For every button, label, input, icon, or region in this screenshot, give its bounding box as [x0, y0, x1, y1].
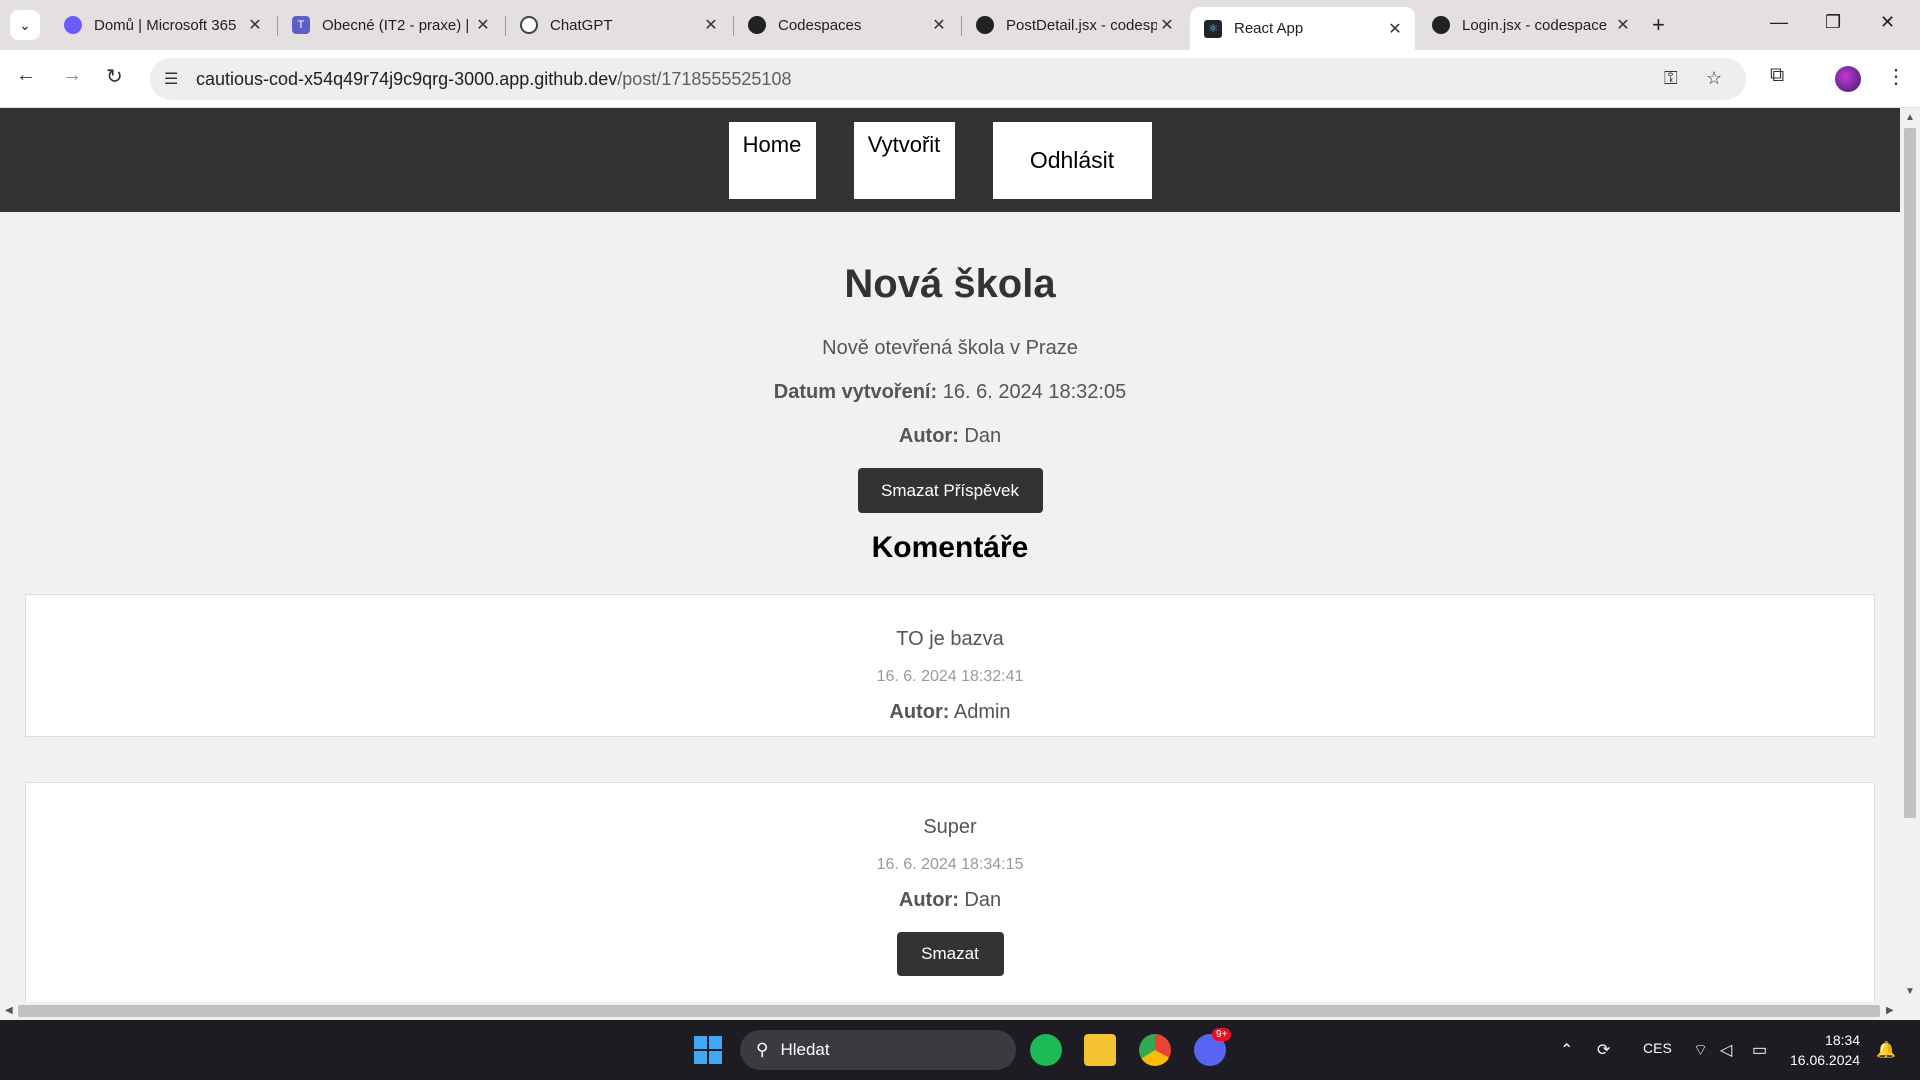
wifi-icon[interactable]: ⌔	[1693, 1040, 1708, 1060]
comments-heading: Komentáře	[871, 531, 1029, 564]
nav-create-button[interactable]: Vytvořit	[853, 122, 955, 199]
comment-card: Super 16. 6. 2024 18:34:15 Autor: Dan Sm…	[25, 782, 1875, 1002]
arrow-right-icon: →	[62, 64, 82, 86]
browser-toolbar: ← → ↻ ☰ cautious-cod-x54q49r74j9c9qrg-30…	[0, 50, 1920, 108]
windows-start-icon[interactable]	[694, 1036, 722, 1064]
tab-microsoft365[interactable]: Domů | Microsoft 365 ✕	[50, 7, 275, 43]
clock-time: 18:34	[1825, 1032, 1861, 1048]
comment-date: 16. 6. 2024 18:34:15	[876, 856, 1024, 873]
extensions-icon[interactable]: ⧉	[1770, 64, 1784, 87]
forward-button[interactable]: →	[62, 64, 82, 87]
profile-avatar[interactable]	[1835, 66, 1861, 92]
comment-text: TO je bazva	[896, 628, 1004, 650]
address-bar[interactable]: ☰ cautious-cod-x54q49r74j9c9qrg-3000.app…	[150, 58, 1746, 100]
tab-title: Domů | Microsoft 365	[94, 16, 237, 34]
close-icon[interactable]: ✕	[1157, 15, 1177, 35]
star-icon[interactable]: ☆	[1706, 68, 1722, 89]
new-tab-button[interactable]: +	[1652, 12, 1665, 38]
comment-author: Autor: Admin	[889, 701, 1011, 723]
github-icon	[1432, 16, 1450, 34]
comment-author: Autor: Dan	[898, 889, 1002, 911]
nav-home-button[interactable]: Home	[728, 122, 816, 199]
vertical-scrollbar[interactable]: ▲ ▼	[1900, 108, 1920, 1002]
tab-teams[interactable]: T Obecné (IT2 - praxe) | Microsoft Teams…	[278, 7, 503, 43]
tab-title: Login.jsx - codespace	[1462, 16, 1608, 34]
post-author: Autor: Dan	[898, 425, 1002, 447]
reload-button[interactable]: ↻	[106, 64, 123, 89]
nav-logout-button[interactable]: Odhlásit	[992, 122, 1152, 199]
tab-title: React App	[1234, 20, 1304, 37]
microsoft365-icon	[64, 16, 82, 34]
comment-date: 16. 6. 2024 18:32:41	[876, 668, 1024, 685]
browser-tab-strip: ⌄ Domů | Microsoft 365 ✕ T Obecné (IT2 -…	[0, 0, 1920, 50]
taskbar-search[interactable]: ⚲ Hledat	[740, 1030, 1016, 1070]
reload-icon: ↻	[106, 66, 123, 88]
chatgpt-icon	[520, 16, 538, 34]
horizontal-scroll-thumb[interactable]	[18, 1005, 1880, 1017]
close-icon[interactable]: ✕	[473, 15, 493, 35]
search-placeholder: Hledat	[780, 1040, 830, 1059]
arrow-left-icon: ←	[16, 64, 36, 86]
minimize-button[interactable]: —	[1770, 12, 1788, 33]
close-icon[interactable]: ✕	[1385, 19, 1405, 39]
key-icon[interactable]: ⚿	[1664, 68, 1678, 89]
tab-title: Codespaces	[778, 16, 862, 34]
close-icon[interactable]: ✕	[929, 15, 949, 35]
chevron-up-icon[interactable]: ⌃	[1560, 1040, 1573, 1060]
tab-title: PostDetail.jsx - codespace	[1006, 16, 1157, 34]
spotify-icon[interactable]	[1030, 1034, 1062, 1066]
post-title: Nová škola	[844, 262, 1056, 306]
tab-chatgpt[interactable]: ChatGPT ✕	[506, 7, 731, 43]
close-icon[interactable]: ✕	[701, 15, 721, 35]
plus-icon: +	[1652, 12, 1665, 37]
post-description: Nově otevřená škola v Praze	[822, 337, 1078, 359]
tab-title: Obecné (IT2 - praxe) | Microsoft Teams	[322, 16, 473, 34]
close-icon[interactable]: ✕	[245, 15, 265, 35]
file-explorer-icon[interactable]	[1084, 1034, 1116, 1066]
react-icon: ⚛	[1204, 19, 1222, 38]
tab-codespaces[interactable]: Codespaces ✕	[734, 7, 959, 43]
battery-icon[interactable]: ▭	[1752, 1040, 1767, 1060]
notification-bell-icon[interactable]: 🔔	[1876, 1040, 1896, 1060]
vertical-scroll-thumb[interactable]	[1904, 128, 1916, 818]
close-window-button[interactable]: ✕	[1880, 12, 1895, 33]
clock-date: 16.06.2024	[1790, 1052, 1861, 1068]
discord-icon[interactable]: 9+	[1194, 1028, 1232, 1066]
close-icon[interactable]: ✕	[1613, 15, 1633, 35]
teams-icon: T	[292, 16, 310, 34]
delete-post-button[interactable]: Smazat Příspěvek	[857, 468, 1043, 513]
tab-react-app[interactable]: ⚛ React App ✕	[1190, 7, 1415, 50]
sync-icon[interactable]: ⟳	[1597, 1040, 1610, 1060]
chrome-icon[interactable]	[1139, 1034, 1171, 1066]
post-created: Datum vytvoření: 16. 6. 2024 18:32:05	[773, 381, 1127, 403]
post-detail: Nová škola Nově otevřená škola v Praze D…	[0, 262, 1900, 513]
github-icon	[976, 16, 994, 34]
url-text[interactable]: cautious-cod-x54q49r74j9c9qrg-3000.app.g…	[196, 69, 791, 90]
tab-postdetail[interactable]: PostDetail.jsx - codespace ✕	[962, 7, 1187, 43]
site-header: Home Vytvořit Odhlásit	[0, 108, 1900, 212]
discord-badge: 9+	[1212, 1028, 1232, 1041]
menu-icon[interactable]: ⋮	[1886, 64, 1906, 89]
tab-title: ChatGPT	[550, 16, 613, 34]
restore-button[interactable]: ❐	[1825, 12, 1841, 33]
comment-card: TO je bazva 16. 6. 2024 18:32:41 Autor: …	[25, 594, 1875, 737]
horizontal-scrollbar[interactable]: ◀ ▶	[0, 1002, 1900, 1020]
back-button[interactable]: ←	[16, 64, 36, 87]
page-viewport: Home Vytvořit Odhlásit Nová škola Nově o…	[0, 108, 1900, 1002]
volume-icon[interactable]: ◁	[1720, 1040, 1732, 1060]
tab-search-button[interactable]: ⌄	[10, 10, 40, 40]
search-icon: ⚲	[756, 1040, 769, 1059]
comment-text: Super	[923, 816, 977, 838]
github-icon	[748, 16, 766, 34]
chevron-down-icon: ⌄	[19, 16, 31, 33]
tab-login[interactable]: Login.jsx - codespace ✕	[1418, 7, 1643, 43]
system-clock[interactable]: 18:34 16.06.2024	[1790, 1030, 1860, 1070]
windows-taskbar: ⚲ Hledat 9+ ⌃ ⟳ CES ⌔ ◁ ▭ 18:34 16.06.20…	[0, 1020, 1920, 1080]
delete-comment-button[interactable]: Smazat	[896, 932, 1004, 976]
language-indicator[interactable]: CES	[1643, 1040, 1672, 1056]
site-info-icon[interactable]: ☰	[164, 69, 178, 89]
